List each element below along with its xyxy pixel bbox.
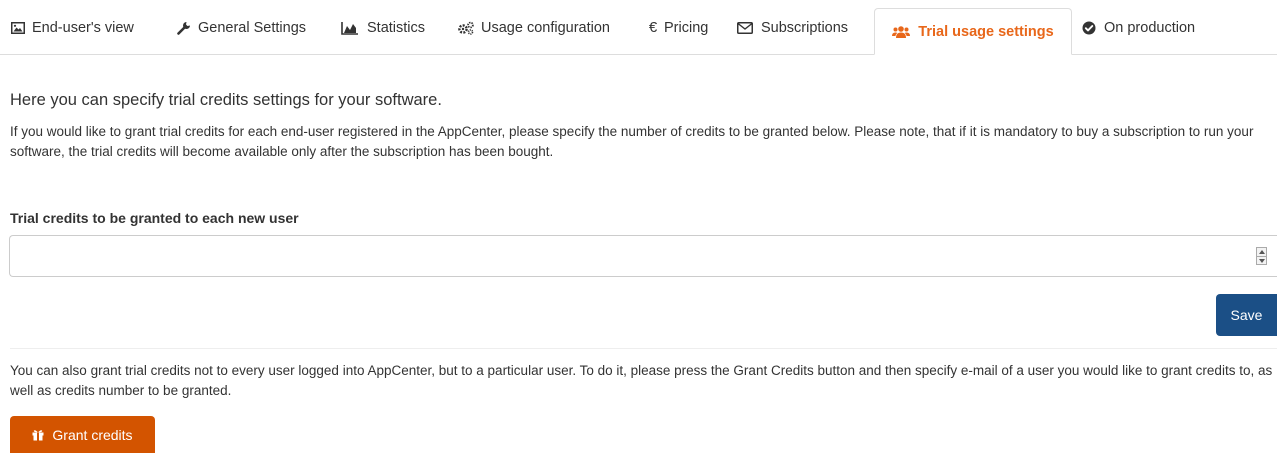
tab-end-users-view[interactable]: End-user's view: [10, 0, 134, 55]
tab-general-settings[interactable]: General Settings: [176, 0, 306, 55]
tab-label: End-user's view: [32, 19, 134, 36]
cogs-icon: [457, 20, 475, 36]
euro-icon: €: [648, 19, 658, 36]
tab-label: General Settings: [198, 19, 307, 36]
tab-label: On production: [1104, 19, 1196, 36]
wrench-icon: [176, 20, 192, 36]
tab-statistics[interactable]: Statistics: [341, 0, 425, 55]
tab-trial-usage-settings[interactable]: Trial usage settings: [874, 8, 1072, 55]
image-icon: [10, 20, 26, 36]
tab-label: Subscriptions: [761, 19, 849, 36]
trial-credits-field: [9, 235, 1277, 277]
tab-usage-configuration[interactable]: Usage configuration: [457, 0, 610, 55]
tab-label: Statistics: [367, 19, 426, 36]
decrement-arrow-icon[interactable]: [1257, 256, 1266, 265]
divider: [10, 348, 1277, 349]
increment-arrow-icon[interactable]: [1257, 248, 1266, 256]
grant-description: You can also grant trial credits not to …: [10, 363, 1273, 398]
gift-icon: [32, 429, 44, 441]
intro-text: If you would like to grant trial credits…: [10, 124, 1254, 159]
tab-pricing[interactable]: € Pricing: [648, 0, 709, 55]
check-circle-icon: [1082, 20, 1096, 36]
tab-label: Usage configuration: [481, 19, 610, 36]
envelope-icon: [737, 20, 753, 36]
trial-credits-label: Trial credits to be granted to each new …: [10, 210, 299, 226]
tab-label: Trial usage settings: [918, 23, 1054, 40]
tab-label: Pricing: [664, 19, 709, 36]
number-spinner[interactable]: [1256, 247, 1267, 265]
area-chart-icon: [341, 20, 359, 36]
page-lead: Here you can specify trial credits setti…: [10, 91, 442, 109]
grant-credits-label: Grant credits: [52, 426, 133, 443]
grant-credits-button[interactable]: Grant credits: [10, 416, 155, 453]
users-icon: [892, 24, 911, 40]
tab-bar: End-user's view General Settings Statist…: [0, 0, 1277, 55]
save-button[interactable]: Save: [1216, 294, 1277, 336]
trial-credits-input[interactable]: [20, 237, 1244, 277]
tab-subscriptions[interactable]: Subscriptions: [737, 0, 848, 55]
tab-on-production[interactable]: On production: [1082, 0, 1195, 55]
